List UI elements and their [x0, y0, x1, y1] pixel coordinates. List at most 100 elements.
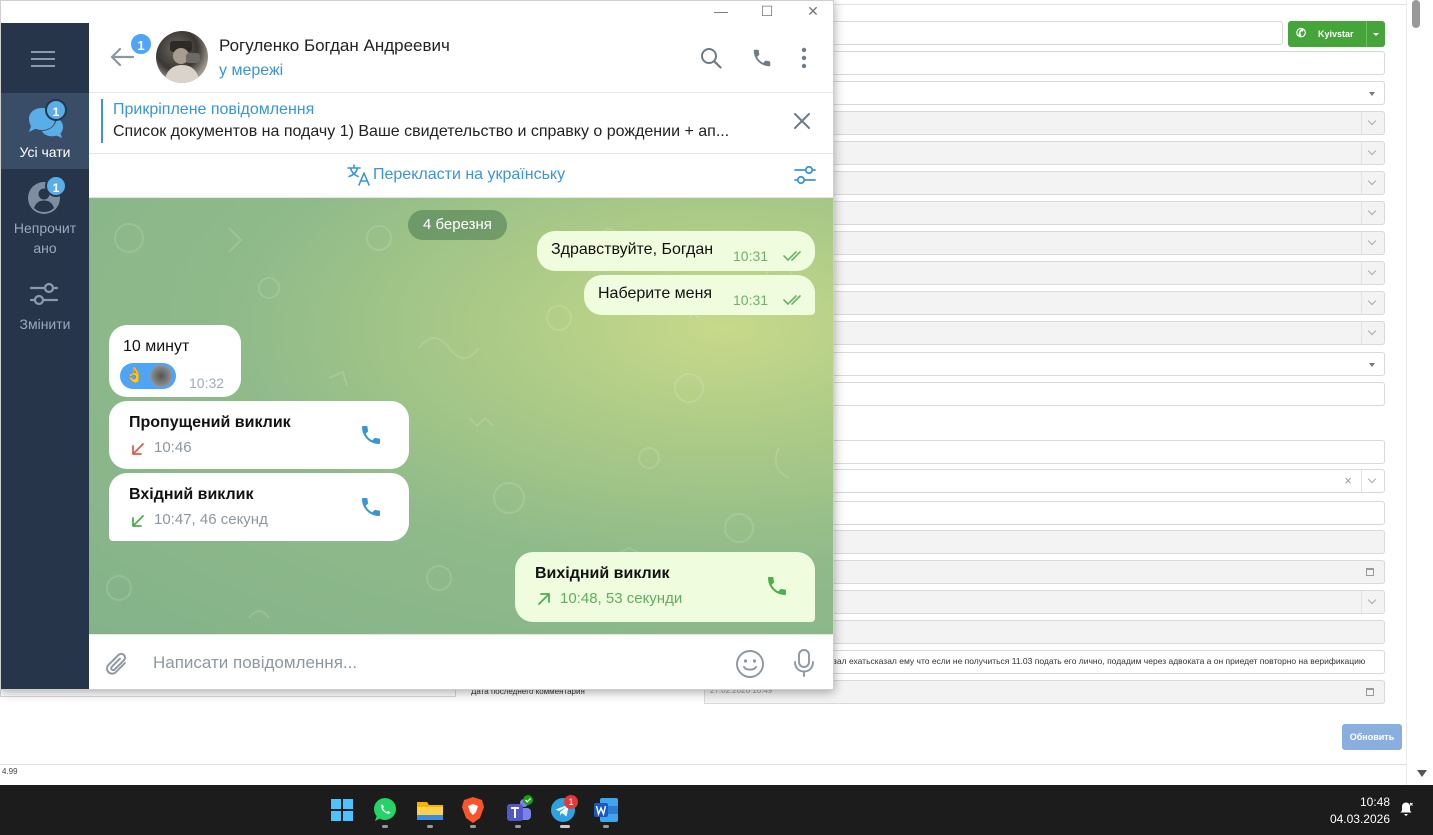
clock-time[interactable]: 10:48	[1340, 795, 1390, 809]
chevron-down-icon	[1361, 172, 1383, 194]
close-icon[interactable]	[793, 112, 811, 130]
message-time: 10:32	[189, 375, 225, 391]
divider	[833, 4, 1406, 5]
maximize-button[interactable]: ☐	[747, 2, 787, 22]
phone-icon[interactable]	[359, 423, 383, 447]
select-field[interactable]	[833, 291, 1385, 315]
select-field[interactable]	[833, 231, 1385, 255]
unread-badge: 1	[45, 175, 67, 197]
form-field[interactable]	[833, 51, 1385, 75]
read-check-icon	[783, 251, 801, 261]
select-field[interactable]	[833, 111, 1385, 135]
phone-icon[interactable]	[765, 574, 789, 598]
sidebar-item-label-line-2: ано	[33, 240, 57, 256]
running-indicator	[560, 825, 570, 828]
file-explorer-icon[interactable]	[414, 794, 446, 826]
chevron-down-icon	[1361, 232, 1383, 254]
unread-badge: 1	[129, 32, 153, 56]
chevron-down-icon	[1361, 591, 1383, 613]
emoji-icon[interactable]	[735, 649, 765, 679]
more-options-icon[interactable]	[800, 47, 808, 69]
select-field[interactable]	[833, 141, 1385, 165]
message-reaction[interactable]: 👌	[120, 363, 176, 389]
call-bubble-incoming[interactable]: Вхідний виклик 10:47, 46 секунд	[109, 473, 409, 541]
chevron-down-icon	[1361, 470, 1383, 492]
pinned-message-bar[interactable]: Прикріплене повідомлення Список документ…	[89, 93, 833, 154]
ok-hand-emoji: 👌	[125, 367, 144, 384]
date-field[interactable]	[833, 680, 1385, 704]
clear-icon[interactable]: ×	[1344, 473, 1352, 488]
running-indicator	[470, 825, 476, 828]
scrollbar-thumb[interactable]	[1412, 0, 1420, 28]
call-dropdown-toggle[interactable]	[1366, 21, 1385, 47]
attach-icon[interactable]	[105, 651, 131, 679]
update-button[interactable]: Обновить	[1342, 724, 1402, 750]
close-window-button[interactable]: ✕	[793, 2, 833, 22]
kyivstar-call-button[interactable]: ✆ Kyivstar	[1288, 21, 1385, 47]
search-icon[interactable]	[700, 47, 722, 69]
call-bubble-missed[interactable]: Пропущений виклик 10:46	[109, 401, 409, 469]
message-input[interactable]: Написати повідомлення...	[153, 653, 357, 673]
incoming-call-arrow-icon	[132, 515, 144, 527]
chevron-down-icon	[1361, 142, 1383, 164]
message-bubble-incoming[interactable]: 10 минут 👌 10:32	[109, 325, 241, 397]
dropdown-arrow-icon	[1369, 92, 1375, 96]
chevron-down-icon	[1361, 202, 1383, 224]
select-field[interactable]	[833, 171, 1385, 195]
sidebar-item-label-line-1: Непрочит	[13, 220, 77, 236]
phone-icon[interactable]	[359, 495, 383, 519]
calendar-icon	[1366, 568, 1374, 576]
form-field[interactable]	[833, 501, 1385, 525]
sidebar-item-all-chats[interactable]: 1 Усі чати	[1, 93, 89, 169]
comment-field[interactable]: зал ехатьсказал ему что если не получить…	[833, 650, 1385, 674]
multi-select-field[interactable]: ×	[833, 469, 1385, 493]
translate-bar[interactable]: Перекласти на українську	[89, 154, 833, 198]
message-composer: Написати повідомлення...	[89, 634, 833, 689]
form-field[interactable]	[833, 620, 1385, 644]
teams-icon[interactable]	[502, 794, 534, 826]
read-check-icon	[783, 295, 801, 305]
select-field[interactable]	[833, 590, 1385, 614]
clock-date[interactable]: 04.03.2026	[1318, 812, 1390, 826]
form-field[interactable]	[833, 440, 1385, 464]
running-indicator	[382, 825, 388, 828]
hamburger-menu-icon[interactable]	[31, 51, 55, 67]
select-field[interactable]	[833, 201, 1385, 225]
call-bubble-outgoing[interactable]: Вихідний виклик 10:48, 53 секунди	[515, 552, 815, 622]
word-icon[interactable]	[590, 794, 622, 826]
chevron-down-icon	[1361, 292, 1383, 314]
call-title: Вхідний виклик	[129, 486, 254, 503]
message-list[interactable]: 4 березня Здравствуйте, Богдан 10:31 Наб…	[89, 198, 833, 634]
running-indicator	[427, 825, 433, 828]
contact-name[interactable]: Рогуленко Богдан Андреевич	[219, 36, 450, 56]
avatar[interactable]	[156, 31, 208, 83]
form-field[interactable]	[833, 530, 1385, 554]
scroll-down-icon[interactable]	[1417, 770, 1427, 777]
translate-button[interactable]: Перекласти на українську	[373, 166, 565, 184]
message-bubble-outgoing[interactable]: Здравствуйте, Богдан 10:31	[537, 231, 815, 271]
windows-start-icon[interactable]	[326, 794, 358, 826]
microphone-icon[interactable]	[793, 648, 815, 678]
sidebar-item-unread[interactable]: 1 Непрочит ано	[1, 169, 89, 261]
select-field[interactable]	[833, 261, 1385, 285]
whatsapp-icon[interactable]	[369, 794, 401, 826]
notification-bell-icon[interactable]	[1398, 801, 1414, 817]
select-field[interactable]	[833, 321, 1385, 345]
pinned-accent-line	[101, 99, 103, 143]
title-bar[interactable]: — ☐ ✕	[1, 1, 833, 23]
date-field[interactable]	[833, 560, 1385, 584]
phone-call-icon[interactable]	[751, 47, 773, 69]
message-time: 10:31	[733, 292, 769, 308]
form-field[interactable]	[833, 382, 1385, 406]
call-time: 10:47, 46 секунд	[154, 511, 268, 528]
translate-settings-icon[interactable]	[793, 164, 817, 186]
minimize-button[interactable]: —	[701, 2, 741, 22]
phone-input[interactable]	[833, 21, 1283, 45]
translate-icon	[347, 164, 370, 186]
select-field[interactable]	[833, 352, 1385, 376]
message-bubble-outgoing[interactable]: Наберите меня 10:31	[584, 275, 815, 315]
sidebar-item-edit[interactable]: Змінити	[1, 273, 89, 349]
brave-icon[interactable]	[457, 794, 489, 826]
select-field[interactable]	[833, 81, 1385, 105]
page-scrollbar[interactable]	[1406, 0, 1433, 785]
